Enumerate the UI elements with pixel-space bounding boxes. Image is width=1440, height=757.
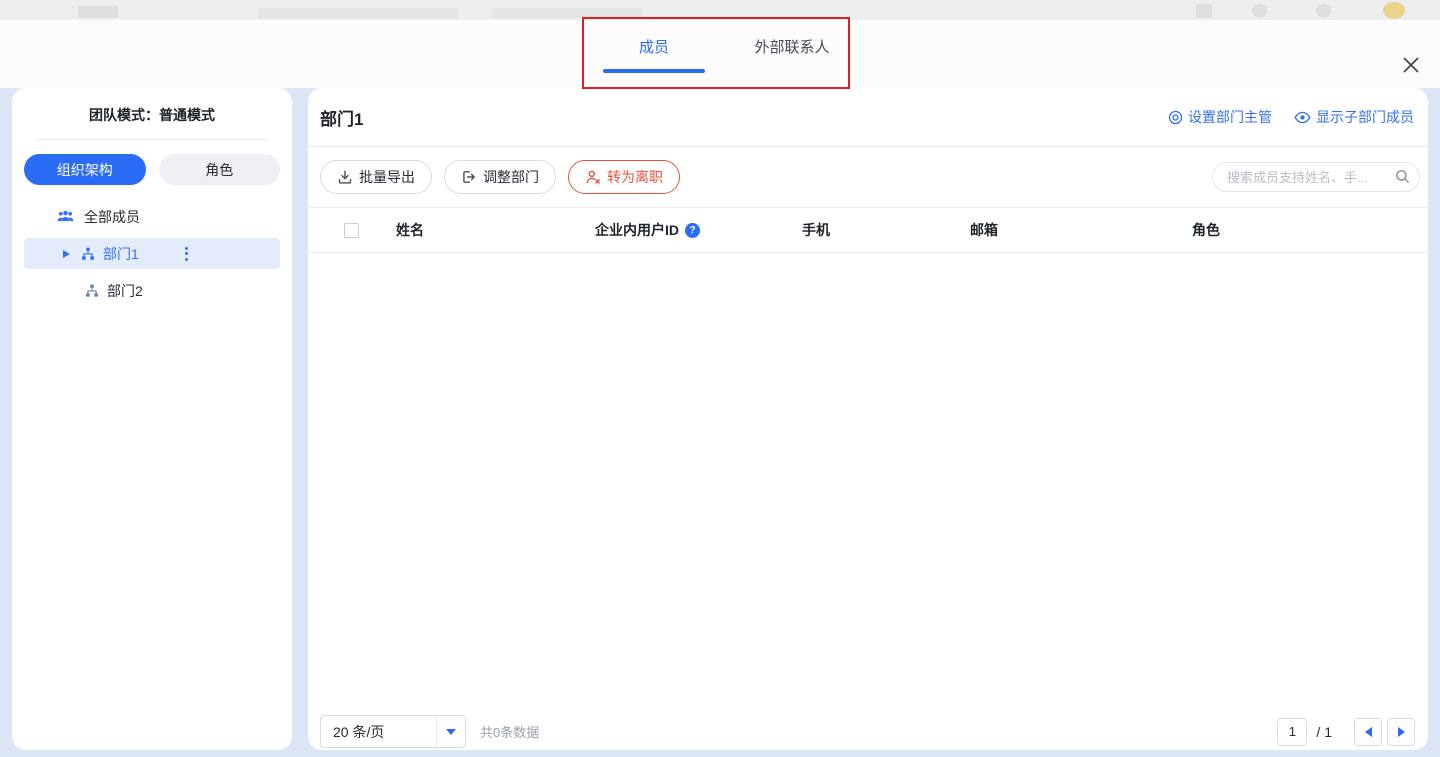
tree-item-department-2[interactable]: 部门2	[24, 275, 280, 306]
header-actions: 设置部门主管 显示子部门成员	[1168, 107, 1414, 127]
more-actions-icon[interactable]	[181, 243, 192, 265]
org-structure-button[interactable]: 组织架构	[24, 154, 146, 185]
person-remove-icon	[585, 169, 601, 185]
batch-export-button[interactable]: 批量导出	[320, 160, 432, 194]
chevron-down-icon	[446, 729, 456, 735]
mode-switch: 组织架构 角色	[24, 154, 280, 185]
mark-resigned-button[interactable]: 转为离职	[568, 160, 680, 194]
member-search	[1212, 162, 1420, 192]
toolbar: 批量导出 调整部门 转为离职	[308, 147, 1428, 208]
active-tab-underline	[603, 69, 705, 73]
chevron-right-icon	[1398, 727, 1405, 737]
tab-members-label: 成员	[639, 39, 669, 56]
modal-header: 成员 外部联系人	[0, 20, 1440, 88]
department-title: 部门1	[320, 105, 363, 130]
tree-item-all-members[interactable]: 全部成员	[24, 201, 280, 232]
table-header-row: 姓名 企业内用户ID ? 手机 邮箱 角色	[308, 208, 1428, 253]
tree-item-label: 全部成员	[84, 207, 140, 227]
background-remnant	[1316, 4, 1331, 18]
move-out-icon	[461, 169, 477, 185]
main-panel: 部门1 设置部门主管 显示子部门成员	[308, 88, 1428, 750]
close-button[interactable]	[1400, 54, 1422, 76]
people-icon	[57, 210, 74, 223]
department-icon	[85, 284, 99, 298]
team-mode-title: 团队模式：普通模式	[12, 88, 292, 125]
page-size-select[interactable]: 20 条/页	[320, 715, 466, 748]
adjust-department-button[interactable]: 调整部门	[444, 160, 556, 194]
next-page-button[interactable]	[1387, 718, 1415, 746]
tree-item-label: 部门2	[107, 281, 143, 301]
column-role: 角色	[1192, 220, 1428, 240]
column-phone: 手机	[802, 220, 970, 240]
table-body-empty	[308, 253, 1428, 718]
department-header: 部门1 设置部门主管 显示子部门成员	[308, 88, 1428, 147]
tab-external-contacts-label: 外部联系人	[754, 39, 829, 56]
total-count-text: 共0条数据	[480, 722, 539, 741]
chevron-left-icon	[1365, 727, 1372, 737]
background-window-strip	[0, 0, 1440, 20]
background-remnant	[78, 6, 118, 18]
background-avatar-remnant	[1383, 2, 1405, 19]
expand-caret-icon[interactable]	[63, 250, 70, 258]
tab-bar: 成员 外部联系人	[603, 20, 837, 73]
dropdown-caret-area	[436, 716, 465, 747]
close-icon	[1401, 55, 1421, 75]
org-tree: 全部成员 部门1	[12, 201, 292, 306]
pagination-footer: 20 条/页 共0条数据 / 1	[320, 715, 1415, 748]
column-email: 邮箱	[970, 220, 1192, 240]
tab-external-contacts[interactable]: 外部联系人	[747, 36, 837, 73]
target-icon	[1168, 110, 1183, 125]
show-sub-department-members-link[interactable]: 显示子部门成员	[1294, 107, 1414, 127]
page-total-text: / 1	[1316, 724, 1332, 740]
background-remnant	[492, 8, 642, 18]
pager: / 1	[1277, 718, 1415, 746]
download-icon	[337, 169, 353, 185]
background-remnant	[1252, 4, 1267, 18]
search-icon	[1395, 169, 1410, 184]
select-all-cell	[344, 223, 396, 238]
tab-members[interactable]: 成员	[603, 36, 705, 73]
background-remnant	[258, 8, 458, 18]
sidebar: 团队模式：普通模式 组织架构 角色 全部成员	[12, 88, 292, 750]
column-user-id: 企业内用户ID ?	[595, 220, 802, 240]
divider	[36, 139, 268, 140]
select-all-checkbox[interactable]	[344, 223, 359, 238]
department-icon	[81, 247, 95, 261]
eye-icon	[1294, 111, 1311, 124]
set-department-manager-link[interactable]: 设置部门主管	[1168, 107, 1272, 127]
roles-button[interactable]: 角色	[159, 154, 281, 185]
tree-item-department-1[interactable]: 部门1	[24, 238, 280, 269]
screen: 成员 外部联系人 团队模式：普通模式 组织架构 角色	[0, 0, 1440, 757]
column-name: 姓名	[396, 220, 595, 240]
search-input[interactable]	[1212, 162, 1420, 192]
page-size-value: 20 条/页	[321, 722, 384, 742]
prev-page-button[interactable]	[1354, 718, 1382, 746]
help-icon[interactable]: ?	[685, 223, 700, 238]
page-number-input[interactable]	[1277, 718, 1307, 746]
background-remnant	[1196, 4, 1212, 18]
tree-item-label: 部门1	[103, 244, 139, 264]
